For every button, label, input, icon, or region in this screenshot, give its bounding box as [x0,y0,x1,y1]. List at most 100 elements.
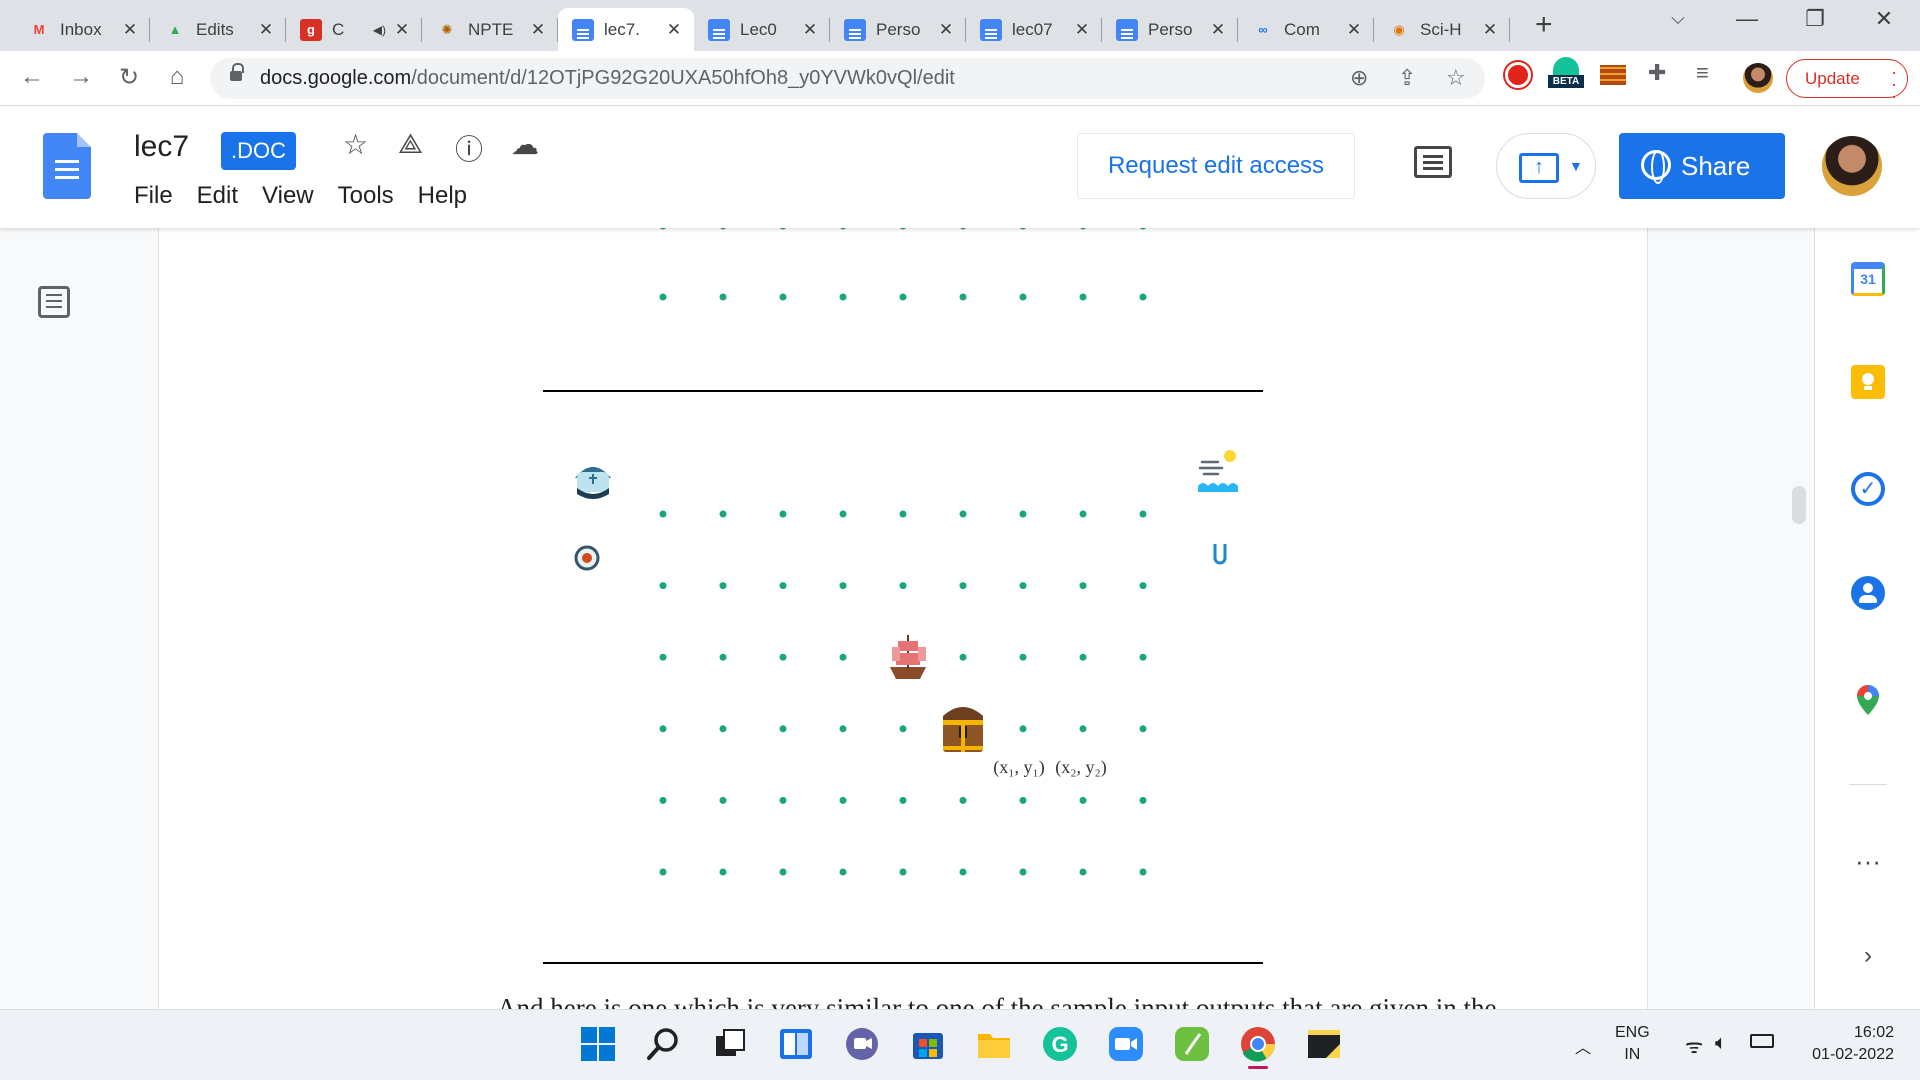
share-page-icon[interactable]: ⇪ [1398,65,1416,91]
file-explorer-icon[interactable] [976,1026,1012,1062]
scrollbar-thumb[interactable] [1792,486,1806,524]
browser-tab[interactable]: lec7. ✕ [558,8,694,51]
grammarly-icon[interactable]: G [1042,1026,1078,1062]
tasks-icon[interactable]: ✓ [1851,472,1885,506]
menu-view[interactable]: View [262,182,314,210]
close-tab-icon[interactable]: ✕ [800,20,820,40]
wifi-icon[interactable]: ᯤ [1685,1032,1703,1059]
browser-tab[interactable]: ✺ NPTE ✕ [422,8,558,51]
document-body-text[interactable]: And here is one which is very similar to… [497,993,1497,1009]
tab-search-icon[interactable]: ⌵ [1658,8,1698,29]
calendar-icon[interactable]: 31 [1851,262,1885,296]
task-view-icon[interactable] [712,1026,748,1062]
start-windows-icon[interactable] [580,1026,616,1062]
cloud-status-icon[interactable]: ☁ [511,128,539,161]
browser-tab[interactable]: lec07 ✕ [966,8,1102,51]
grid-dot [1139,796,1147,804]
browser-tab[interactable]: ◉ Sci-H ✕ [1374,8,1510,51]
show-hidden-icons[interactable]: ︿ [1575,1034,1591,1058]
comment-history-icon[interactable] [1414,146,1452,178]
volume-icon[interactable]: 🔈︎ [1715,1032,1727,1055]
store-icon[interactable] [910,1026,946,1062]
chrome-icon[interactable] [1240,1026,1276,1069]
extensions-puzzle-icon[interactable]: ✚ [1648,60,1666,86]
browser-tab[interactable]: ▲ Edits ✕ [150,8,286,51]
forward-button[interactable]: → [64,63,98,91]
lock-icon[interactable] [230,63,244,83]
close-tab-icon[interactable]: ✕ [1344,20,1364,40]
more-menu-icon[interactable]: · · · [1891,63,1897,105]
contacts-icon[interactable] [1851,576,1885,610]
document-title[interactable]: lec7 [134,130,189,164]
account-avatar[interactable] [1822,136,1882,196]
audio-playing-icon[interactable]: ◀) [373,23,386,37]
grid-dot [899,868,907,876]
widgets-icon[interactable] [778,1026,814,1062]
star-icon[interactable]: ☆ [343,128,368,161]
present-button[interactable]: ↑ ▼ [1496,133,1596,199]
home-button[interactable]: ⌂ [160,63,194,91]
browser-tab[interactable]: M Inbox ✕ [14,8,150,51]
maps-icon[interactable] [1851,683,1885,717]
close-tab-icon[interactable]: ✕ [528,20,548,40]
url-text[interactable]: docs.google.com/document/d/12OTjPG92G20U… [260,67,955,90]
browser-tab[interactable]: g C ◀) ✕ [286,8,422,51]
close-tab-icon[interactable]: ✕ [120,20,140,40]
update-button[interactable]: Update · · · [1786,59,1908,105]
close-tab-icon[interactable]: ✕ [1072,20,1092,40]
docs-logo-icon[interactable] [43,133,91,199]
browser-tab[interactable]: Perso ✕ [830,8,966,51]
menu-tools[interactable]: Tools [338,182,394,210]
browser-tab[interactable]: Lec0 ✕ [694,8,830,51]
document-outline-icon[interactable] [38,286,70,318]
close-tab-icon[interactable]: ✕ [664,20,684,40]
search-icon[interactable] [646,1026,682,1062]
chevron-right-icon[interactable]: › [1851,942,1885,976]
add-to-drive-icon[interactable]: ⟁ [398,128,423,161]
browser-tab[interactable]: ∞ Com ✕ [1238,8,1374,51]
bookmark-star-icon[interactable]: ☆ [1446,65,1466,91]
close-tab-icon[interactable]: ✕ [936,20,956,40]
document-page[interactable]: (x₁, y₁) (x₂, y₂) And here is one which … [158,228,1648,1009]
close-tab-icon[interactable]: ✕ [1208,20,1228,40]
close-window-button[interactable]: ✕ [1864,6,1904,32]
teams-chat-icon[interactable] [844,1026,880,1062]
close-tab-icon[interactable]: ✕ [256,20,276,40]
tab-title: Edits [196,19,234,39]
document-canvas[interactable]: (x₁, y₁) (x₂, y₂) And here is one which … [0,228,1814,1009]
profile-avatar[interactable] [1743,63,1773,93]
restore-button[interactable]: ❐ [1795,6,1835,32]
file-type-badge[interactable]: .DOC [221,132,296,170]
zoom-icon-app[interactable] [1108,1026,1144,1062]
adblock-extension-icon[interactable] [1505,62,1531,88]
address-bar[interactable]: docs.google.com/document/d/12OTjPG92G20U… [210,58,1485,99]
media-control-icon[interactable]: ≡ [1696,60,1709,86]
request-edit-access-button[interactable]: Request edit access [1077,133,1355,199]
clock[interactable]: 16:02 01-02-2022 [1800,1022,1894,1066]
new-tab-button[interactable]: + [1535,8,1553,42]
menu-help[interactable]: Help [418,182,467,210]
evernote-icon[interactable] [1174,1026,1210,1062]
reload-button[interactable]: ↻ [112,63,146,92]
close-tab-icon[interactable]: ✕ [392,20,412,40]
tab-title: lec7. [604,19,640,39]
battery-icon[interactable] [1750,1034,1774,1048]
grid-dot [839,725,847,733]
sticky-notes-icon[interactable] [1306,1026,1342,1062]
share-button[interactable]: Share [1619,133,1785,199]
brick-extension-icon[interactable] [1600,65,1626,85]
back-button[interactable]: ← [15,63,49,91]
more-addons-icon[interactable]: ··· [1851,848,1885,890]
browser-tab[interactable]: Perso ✕ [1102,8,1238,51]
language-indicator[interactable]: ENG IN [1615,1022,1650,1066]
grammar-extension-icon[interactable]: BETA [1548,57,1584,91]
grid-dot [899,582,907,590]
info-icon[interactable]: ⓘ [455,128,483,168]
menu-file[interactable]: File [134,182,173,210]
zoom-icon[interactable]: ⊕ [1350,65,1368,91]
menu-edit[interactable]: Edit [197,182,238,210]
close-tab-icon[interactable]: ✕ [1480,20,1500,40]
minimize-button[interactable]: — [1727,6,1767,32]
grid-dot [839,293,847,301]
keep-icon[interactable] [1851,365,1885,399]
